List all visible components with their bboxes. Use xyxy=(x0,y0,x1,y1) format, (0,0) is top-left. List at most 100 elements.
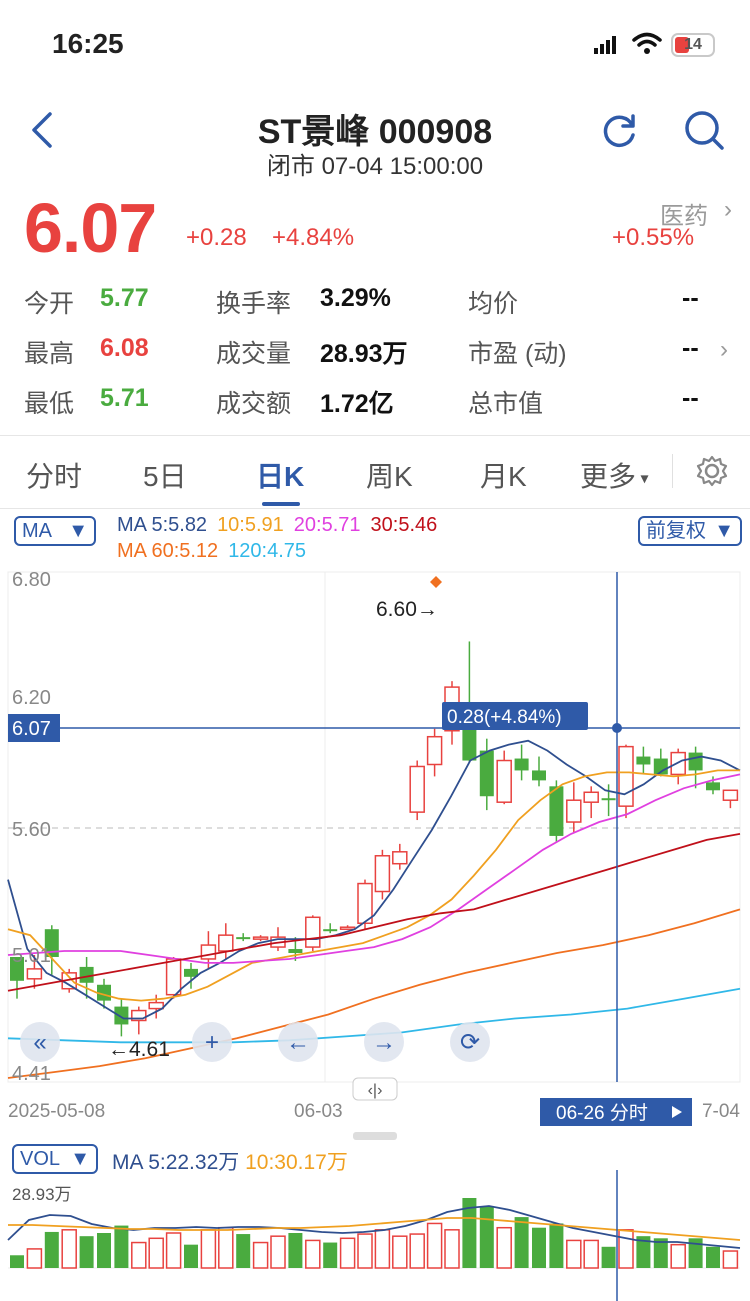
stat-label: 总市值 xyxy=(468,390,544,418)
ma-legend-item: MA 60:5.12 xyxy=(117,540,219,562)
nav-icon: + xyxy=(205,1029,219,1056)
volume-bar xyxy=(200,1229,217,1269)
status-time: 16:25 xyxy=(52,28,124,59)
candle xyxy=(426,728,443,777)
volume-bar xyxy=(409,1233,425,1269)
scroll-right-button[interactable]: → xyxy=(364,1022,404,1062)
max-price-label: 6.60→ xyxy=(376,598,438,621)
tab-more[interactable]: 更多 ▾ xyxy=(580,455,649,495)
stat-value: 5.77 xyxy=(100,284,149,312)
volume-bar xyxy=(252,1241,269,1269)
y-axis-label: 4.41 xyxy=(12,1063,51,1085)
refresh-icon[interactable] xyxy=(598,110,640,152)
chevron-right-icon[interactable]: › xyxy=(720,336,728,364)
candle xyxy=(636,746,651,775)
ma-legend-item: MA 5:5.82 xyxy=(117,514,208,536)
volume-max-label: 28.93万 xyxy=(12,1185,72,1204)
tab-daily-k[interactable]: 日K xyxy=(256,455,304,495)
volume-bar xyxy=(10,1255,24,1268)
volume-bar xyxy=(114,1225,129,1268)
candle xyxy=(218,923,234,959)
search-icon[interactable] xyxy=(682,108,726,152)
y-axis-label: 5.60 xyxy=(12,819,51,841)
stat-value: -- xyxy=(682,334,699,362)
volume-bar xyxy=(392,1235,408,1269)
adjust-selector[interactable]: 前复权 ▼ xyxy=(638,516,742,546)
candle xyxy=(252,935,269,942)
dividend-marker xyxy=(430,576,442,588)
battery-icon: 14 xyxy=(671,33,715,57)
tab-monthly-k[interactable]: 月K xyxy=(480,455,527,495)
volume-bar xyxy=(618,1229,634,1269)
candle xyxy=(374,849,391,900)
volume-bar xyxy=(44,1231,59,1268)
ma-legend-item: 30:5.46 xyxy=(370,514,438,536)
stat-value: 28.93万 xyxy=(320,340,408,368)
volume-bar xyxy=(26,1248,43,1269)
volume-bar xyxy=(479,1206,494,1268)
candle xyxy=(392,843,408,870)
volume-bar xyxy=(270,1235,286,1269)
settings-icon[interactable] xyxy=(695,454,729,488)
volume-bar xyxy=(61,1229,77,1269)
volume-bar xyxy=(532,1227,546,1268)
volume-bar xyxy=(583,1239,599,1269)
candle xyxy=(722,789,739,809)
nav-icon: ⟳ xyxy=(460,1029,480,1056)
volume-bar xyxy=(339,1237,356,1269)
stat-value: 5.71 xyxy=(100,384,149,412)
volume-bar xyxy=(288,1233,303,1268)
stat-label: 最低 xyxy=(24,390,75,418)
volume-bar xyxy=(549,1223,564,1268)
candle xyxy=(566,782,582,832)
candle xyxy=(409,760,425,821)
stat-label: 成交量 xyxy=(216,340,292,368)
ma-selector[interactable]: MA ▼ xyxy=(14,516,96,546)
volume-bar xyxy=(514,1217,529,1268)
crosshair-date[interactable]: 06-26 分时 xyxy=(556,1102,648,1124)
zoom-in-button[interactable]: + xyxy=(192,1022,232,1062)
volume-bar xyxy=(496,1226,512,1269)
x-axis-label: 06-03 xyxy=(294,1101,343,1122)
tab-weekly-k[interactable]: 周K xyxy=(366,455,413,495)
nav-icon: ← xyxy=(286,1029,310,1056)
price-change: +0.28 xyxy=(186,224,247,251)
candle xyxy=(618,744,634,819)
wifi-icon xyxy=(632,32,662,54)
volume-bar xyxy=(236,1234,251,1268)
candlestick-chart[interactable]: 6.80 6.20 5.60 5.01 4.41 6.07 0.28(+4.84%) 6.60… xyxy=(0,560,750,1140)
candle xyxy=(339,925,356,930)
stat-value: 1.72亿 xyxy=(320,390,394,418)
candle xyxy=(532,756,546,787)
scroll-left-button[interactable]: ← xyxy=(278,1022,318,1062)
last-price: 6.07 xyxy=(24,189,157,267)
y-axis-label: 5.01 xyxy=(12,945,51,967)
scroll-handle[interactable]: ‹|› xyxy=(368,1082,383,1099)
volume-bar xyxy=(722,1250,739,1269)
tab-5day[interactable]: 5日 xyxy=(143,455,187,495)
volume-bar xyxy=(131,1241,147,1269)
rewind-button[interactable]: « xyxy=(20,1022,60,1062)
stat-value: 6.08 xyxy=(100,334,149,362)
stat-label: 今开 xyxy=(24,290,75,318)
candle xyxy=(583,786,599,819)
rotate-button[interactable]: ⟳ xyxy=(450,1022,490,1062)
signal-icon xyxy=(594,36,616,54)
volume-chart xyxy=(7,1170,741,1301)
nav-icon: → xyxy=(372,1029,396,1056)
candle xyxy=(670,748,686,785)
x-axis-label: 2025-05-08 xyxy=(8,1101,105,1122)
volume-bar xyxy=(218,1226,234,1269)
ma-line xyxy=(7,833,741,992)
ma-legend-item: 120:4.75 xyxy=(228,540,307,562)
ma-legend-item: 20:5.71 xyxy=(293,514,361,536)
volume-bar xyxy=(305,1239,321,1269)
chevron-right-icon[interactable]: › xyxy=(724,196,732,224)
volume-bar xyxy=(165,1232,182,1269)
volume-bar xyxy=(97,1233,111,1268)
stat-value: -- xyxy=(682,284,699,312)
y-axis-label: 6.20 xyxy=(12,687,51,709)
tab-intraday[interactable]: 分时 xyxy=(26,455,82,495)
volume-bar xyxy=(79,1236,94,1268)
candle xyxy=(462,641,477,763)
